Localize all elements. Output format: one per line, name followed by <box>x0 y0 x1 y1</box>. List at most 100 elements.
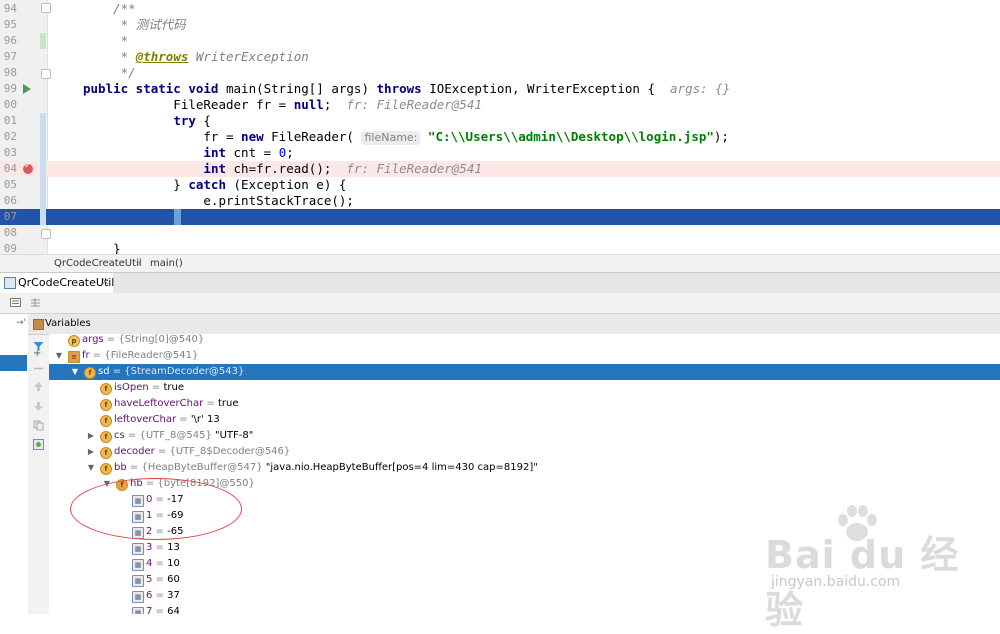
fold-marker[interactable] <box>41 3 51 13</box>
code-token: @throws <box>135 49 189 64</box>
code-token: fr = <box>83 129 242 144</box>
code-line[interactable]: 94 /** <box>0 1 1000 17</box>
line-number: 98 <box>3 66 17 79</box>
variables-title: Variables <box>45 318 91 329</box>
code-token: * 测试代码 <box>83 17 186 32</box>
code-token: * <box>83 49 136 64</box>
variable-text: 5 = 60 <box>146 572 180 588</box>
change-marker[interactable] <box>40 113 46 225</box>
variable-text: 3 = 13 <box>146 540 180 556</box>
fold-marker[interactable] <box>41 229 51 239</box>
code-token: new <box>241 129 272 144</box>
code-token: (Exception e) { <box>233 177 347 192</box>
code-text: } <box>83 209 181 225</box>
breadcrumb-class[interactable]: QrCodeCreateUtil <box>54 255 142 272</box>
collapse-arrow-icon[interactable]: ▼ <box>70 364 80 380</box>
breadcrumb-method[interactable]: main() <box>150 255 183 272</box>
variable-type: = <box>152 606 168 614</box>
code-text: * 测试代码 <box>83 17 186 33</box>
code-line[interactable]: 09 } <box>0 241 1000 254</box>
code-line[interactable]: 03 int cnt = 0; <box>0 145 1000 161</box>
code-token: int <box>203 161 234 176</box>
variable-value: 13 <box>167 542 180 553</box>
remove-watch-icon[interactable] <box>33 363 44 374</box>
array-element-icon: ▦ <box>132 591 144 603</box>
code-editor[interactable]: 94 /** 95 * 测试代码 96 * 97 * @throws WriterEx… <box>0 0 1000 254</box>
new-watch-icon[interactable]: + <box>33 347 44 358</box>
variable-row[interactable]: ▶ f decoder = {UTF_8$Decoder@546} <box>49 444 1000 460</box>
code-line[interactable]: 08 <box>0 225 1000 241</box>
code-text: try { <box>83 113 211 129</box>
variable-row[interactable]: f isOpen = true <box>49 380 1000 396</box>
variable-name: haveLeftoverChar <box>114 398 204 409</box>
code-token: throws <box>376 81 430 96</box>
expand-arrow-icon[interactable]: ▶ <box>86 428 96 444</box>
selected-frame[interactable] <box>0 355 27 371</box>
variable-text: 4 = 10 <box>146 556 180 572</box>
variable-row[interactable]: f haveLeftoverChar = true <box>49 396 1000 412</box>
variable-text: haveLeftoverChar = true <box>114 396 239 412</box>
variable-text: 6 = 37 <box>146 588 180 604</box>
variable-text: decoder = {UTF_8$Decoder@546} <box>114 444 290 460</box>
line-number: 05 <box>3 178 17 191</box>
close-icon[interactable]: ✕ <box>101 273 109 293</box>
code-line[interactable]: 98 */ <box>0 65 1000 81</box>
code-line[interactable]: 05 } catch (Exception e) { <box>0 177 1000 193</box>
change-marker[interactable] <box>40 33 46 49</box>
show-objects-icon[interactable] <box>33 439 44 450</box>
variable-row[interactable]: ▼ f sd = {StreamDecoder@543} <box>49 364 1000 380</box>
code-line[interactable]: 02 fr = new FileReader( fileName: "C:\\U… <box>0 129 1000 145</box>
code-text: /** <box>83 1 136 17</box>
move-down-icon[interactable] <box>33 401 44 412</box>
variable-row[interactable]: ▼ f bb = {HeapByteBuffer@547} "java.nio.He… <box>49 460 1000 476</box>
parameter-hint: fileName: <box>361 131 421 145</box>
baidu-watermark: Bai du 经验 jingyan.baidu.com <box>765 505 985 632</box>
code-token: FileReader fr = <box>83 97 294 112</box>
code-line[interactable]: 07 } <box>0 209 1000 225</box>
copy-icon[interactable] <box>33 420 44 431</box>
breadcrumb-separator-icon: › <box>137 258 141 269</box>
variable-type: = <box>152 542 168 553</box>
code-line[interactable]: 01 try { <box>0 113 1000 129</box>
code-line[interactable]: 99 public static void main(String[] args)… <box>0 81 1000 97</box>
code-text: * <box>83 33 129 49</box>
run-icon[interactable] <box>23 84 31 94</box>
code-token: } <box>83 209 181 224</box>
code-line[interactable]: 95 * 测试代码 <box>0 17 1000 33</box>
text-caret <box>174 209 181 225</box>
line-number: 04 <box>3 162 17 175</box>
tab-debug-session[interactable]: QrCodeCreateUtil ✕ <box>0 273 114 293</box>
move-up-icon[interactable] <box>33 381 44 392</box>
restore-layout-icon[interactable]: →' <box>16 318 26 328</box>
fold-marker[interactable] <box>41 69 51 79</box>
field-icon: f <box>100 383 112 395</box>
console-icon[interactable] <box>10 297 21 308</box>
variable-value: true <box>217 398 239 409</box>
variable-row[interactable]: ▼ ≡ fr = {FileReader@541} <box>49 348 1000 364</box>
variable-type: = {FileReader@541} <box>89 350 199 361</box>
code-token: public static void <box>83 81 226 96</box>
code-token: */ <box>83 65 136 80</box>
expand-arrow-icon[interactable]: ▶ <box>86 444 96 460</box>
variable-row[interactable]: ▶ f cs = {UTF_8@545} "UTF-8" <box>49 428 1000 444</box>
code-token: ; <box>286 145 294 160</box>
code-line[interactable]: 06 e.printStackTrace(); <box>0 193 1000 209</box>
code-line[interactable]: 96 * <box>0 33 1000 49</box>
variable-type: = <box>152 590 168 601</box>
array-element-icon: ▦ <box>132 607 144 614</box>
code-line[interactable]: 97 * @throws WriterException <box>0 49 1000 65</box>
annotation-ellipse <box>70 478 242 540</box>
variable-row[interactable]: f leftoverChar = '\r' 13 <box>49 412 1000 428</box>
variable-type: = <box>148 382 164 393</box>
code-line[interactable]: 04 int ch=fr.read(); fr: FileReader@541 <box>0 161 1000 177</box>
collapse-arrow-icon[interactable]: ▼ <box>54 348 64 364</box>
breakpoint-icon[interactable] <box>23 161 33 174</box>
layout-icon[interactable] <box>30 297 41 308</box>
collapse-arrow-icon[interactable]: ▼ <box>86 460 96 476</box>
code-token: fr: FileReader@541 <box>346 161 482 176</box>
code-line[interactable]: 00 FileReader fr = null; fr: FileReader@… <box>0 97 1000 113</box>
line-number: 07 <box>3 210 17 223</box>
variable-row[interactable]: p args = {String[0]@540} <box>49 334 1000 348</box>
code-token: cnt = <box>233 145 279 160</box>
